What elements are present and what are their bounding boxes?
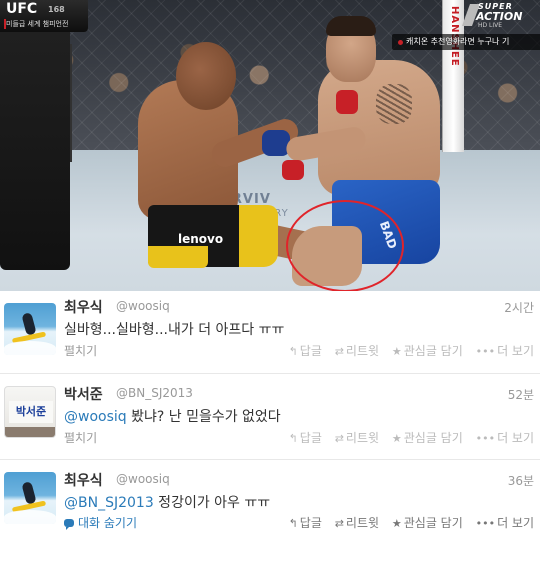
retweet-icon: ⇄ bbox=[334, 432, 344, 445]
wave bbox=[4, 341, 56, 355]
ufc-event-number: 168 bbox=[48, 5, 65, 14]
reply-icon: ↰ bbox=[288, 517, 298, 530]
retweet-icon: ⇄ bbox=[334, 517, 344, 530]
fighter-b-body bbox=[318, 60, 440, 196]
more-dots-icon: ••• bbox=[475, 517, 496, 530]
user-handle[interactable]: @woosiq bbox=[116, 472, 170, 486]
channel-logo-live: HD LIVE bbox=[478, 22, 503, 29]
reply-icon: ↰ bbox=[288, 432, 298, 445]
favorite-label: 관심글 담기 bbox=[403, 431, 463, 445]
highlight-circle bbox=[286, 200, 404, 291]
mention-link[interactable]: @woosiq bbox=[64, 409, 127, 425]
speech-bubble-icon bbox=[64, 519, 74, 530]
more-button[interactable]: ••• 더 보기 bbox=[476, 429, 534, 446]
user-name[interactable]: 최우식 bbox=[64, 297, 103, 317]
surfer-figure bbox=[21, 481, 37, 505]
reply-button[interactable]: ↰ 답글 bbox=[289, 429, 322, 446]
retweet-label: 리트윗 bbox=[345, 344, 380, 358]
fighter-a-glove bbox=[262, 130, 290, 156]
reply-button[interactable]: ↰ 답글 bbox=[289, 514, 322, 531]
retweet-button[interactable]: ⇄ 리트윗 bbox=[335, 342, 379, 359]
tweet-text-body: 봤냐? 난 믿을수가 없었다 bbox=[126, 409, 281, 425]
expand-link[interactable]: 펼치기 bbox=[64, 342, 97, 359]
retweet-label: 리트윗 bbox=[345, 516, 380, 530]
more-button[interactable]: ••• 더 보기 bbox=[476, 342, 534, 359]
ticker-text: 캐치온 추천영화라면 누구나 기 bbox=[406, 37, 510, 46]
hide-conversation-link[interactable]: 대화 숨기기 bbox=[64, 514, 137, 531]
tweet-time[interactable]: 52분 bbox=[508, 386, 534, 403]
fighter-a-shorts-stripe bbox=[148, 246, 208, 268]
fight-photo: SURVIV JANUARY HANSHEE sears lenovo BAD … bbox=[0, 0, 540, 291]
favorite-button[interactable]: ★ 관심글 담기 bbox=[392, 429, 463, 446]
avatar-name-sign: 박서준 bbox=[9, 401, 53, 423]
favorite-button[interactable]: ★ 관심글 담기 bbox=[392, 342, 463, 359]
expand-link[interactable]: 펼치기 bbox=[64, 429, 97, 446]
user-name[interactable]: 박서준 bbox=[64, 384, 103, 404]
more-dots-icon: ••• bbox=[475, 345, 496, 358]
reply-button[interactable]: ↰ 답글 bbox=[289, 342, 322, 359]
reply-label: 답글 bbox=[299, 344, 322, 358]
referee bbox=[0, 0, 70, 270]
fighter-a-shorts-logo: lenovo bbox=[178, 232, 224, 246]
avatar-sign-frame bbox=[5, 427, 55, 437]
ticker-dot-icon bbox=[398, 40, 403, 45]
ufc-logo: UFC bbox=[6, 1, 38, 17]
more-label: 더 보기 bbox=[497, 344, 534, 358]
favorite-button[interactable]: ★ 관심글 담기 bbox=[392, 514, 463, 531]
more-button[interactable]: ••• 더 보기 bbox=[476, 514, 534, 531]
tweet-actions: ↰ 답글 ⇄ 리트윗 ★ 관심글 담기 ••• 더 보기 bbox=[280, 342, 534, 359]
fighter-b-tattoo bbox=[376, 84, 412, 124]
tweet-time[interactable]: 2시간 bbox=[504, 299, 534, 316]
reply-icon: ↰ bbox=[288, 345, 298, 358]
tweet-time[interactable]: 36분 bbox=[508, 472, 534, 489]
avatar[interactable]: 박서준 bbox=[4, 386, 56, 438]
retweet-button[interactable]: ⇄ 리트윗 bbox=[335, 429, 379, 446]
star-icon: ★ bbox=[391, 517, 402, 530]
favorite-label: 관심글 담기 bbox=[403, 516, 463, 530]
mention-link[interactable]: @BN_SJ2013 bbox=[64, 495, 154, 511]
more-label: 더 보기 bbox=[497, 516, 534, 530]
tweet-text: @woosiq 봤냐? 난 믿을수가 없었다 bbox=[64, 406, 281, 426]
retweet-button[interactable]: ⇄ 리트윗 bbox=[335, 514, 379, 531]
more-label: 더 보기 bbox=[497, 431, 534, 445]
user-name[interactable]: 최우식 bbox=[64, 470, 103, 490]
fighter-b-glove-raised bbox=[336, 90, 358, 114]
avatar[interactable] bbox=[4, 303, 56, 355]
star-icon: ★ bbox=[391, 345, 402, 358]
ufc-subtitle: 미들급 세계 챔피언전 bbox=[6, 20, 69, 28]
user-handle[interactable]: @woosiq bbox=[116, 299, 170, 313]
tweet: 최우식 @woosiq 36분 @BN_SJ2013 정강이가 아우 ㅠㅠ 대화… bbox=[0, 459, 540, 567]
reply-label: 답글 bbox=[299, 516, 322, 530]
tweet: 최우식 @woosiq 2시간 실바형...실바형...내가 더 아프다 ㅠㅠ … bbox=[0, 291, 540, 373]
tweet-text: 실바형...실바형...내가 더 아프다 ㅠㅠ bbox=[64, 322, 285, 338]
star-icon: ★ bbox=[391, 432, 402, 445]
more-dots-icon: ••• bbox=[475, 432, 496, 445]
fighter-b-hair bbox=[326, 16, 376, 36]
wave bbox=[4, 510, 56, 524]
hide-conversation-label: 대화 숨기기 bbox=[78, 516, 138, 530]
tweet-text: @BN_SJ2013 정강이가 아우 ㅠㅠ bbox=[64, 492, 270, 512]
surfer-figure bbox=[21, 312, 37, 336]
tweet-text-body: 정강이가 아우 ㅠㅠ bbox=[153, 495, 271, 511]
avatar[interactable] bbox=[4, 472, 56, 524]
fighter-b-glove bbox=[282, 160, 304, 180]
retweet-label: 리트윗 bbox=[345, 431, 380, 445]
tweet-actions: ↰ 답글 ⇄ 리트윗 ★ 관심글 담기 ••• 더 보기 bbox=[280, 514, 534, 531]
retweet-icon: ⇄ bbox=[334, 345, 344, 358]
tweet-actions: ↰ 답글 ⇄ 리트윗 ★ 관심글 담기 ••• 더 보기 bbox=[280, 429, 534, 446]
user-handle[interactable]: @BN_SJ2013 bbox=[116, 386, 193, 400]
fighter-a-head bbox=[176, 42, 236, 110]
reply-label: 답글 bbox=[299, 431, 322, 445]
favorite-label: 관심글 담기 bbox=[403, 344, 463, 358]
tweet: 박서준 박서준 @BN_SJ2013 52분 @woosiq 봤냐? 난 믿을수… bbox=[0, 373, 540, 459]
